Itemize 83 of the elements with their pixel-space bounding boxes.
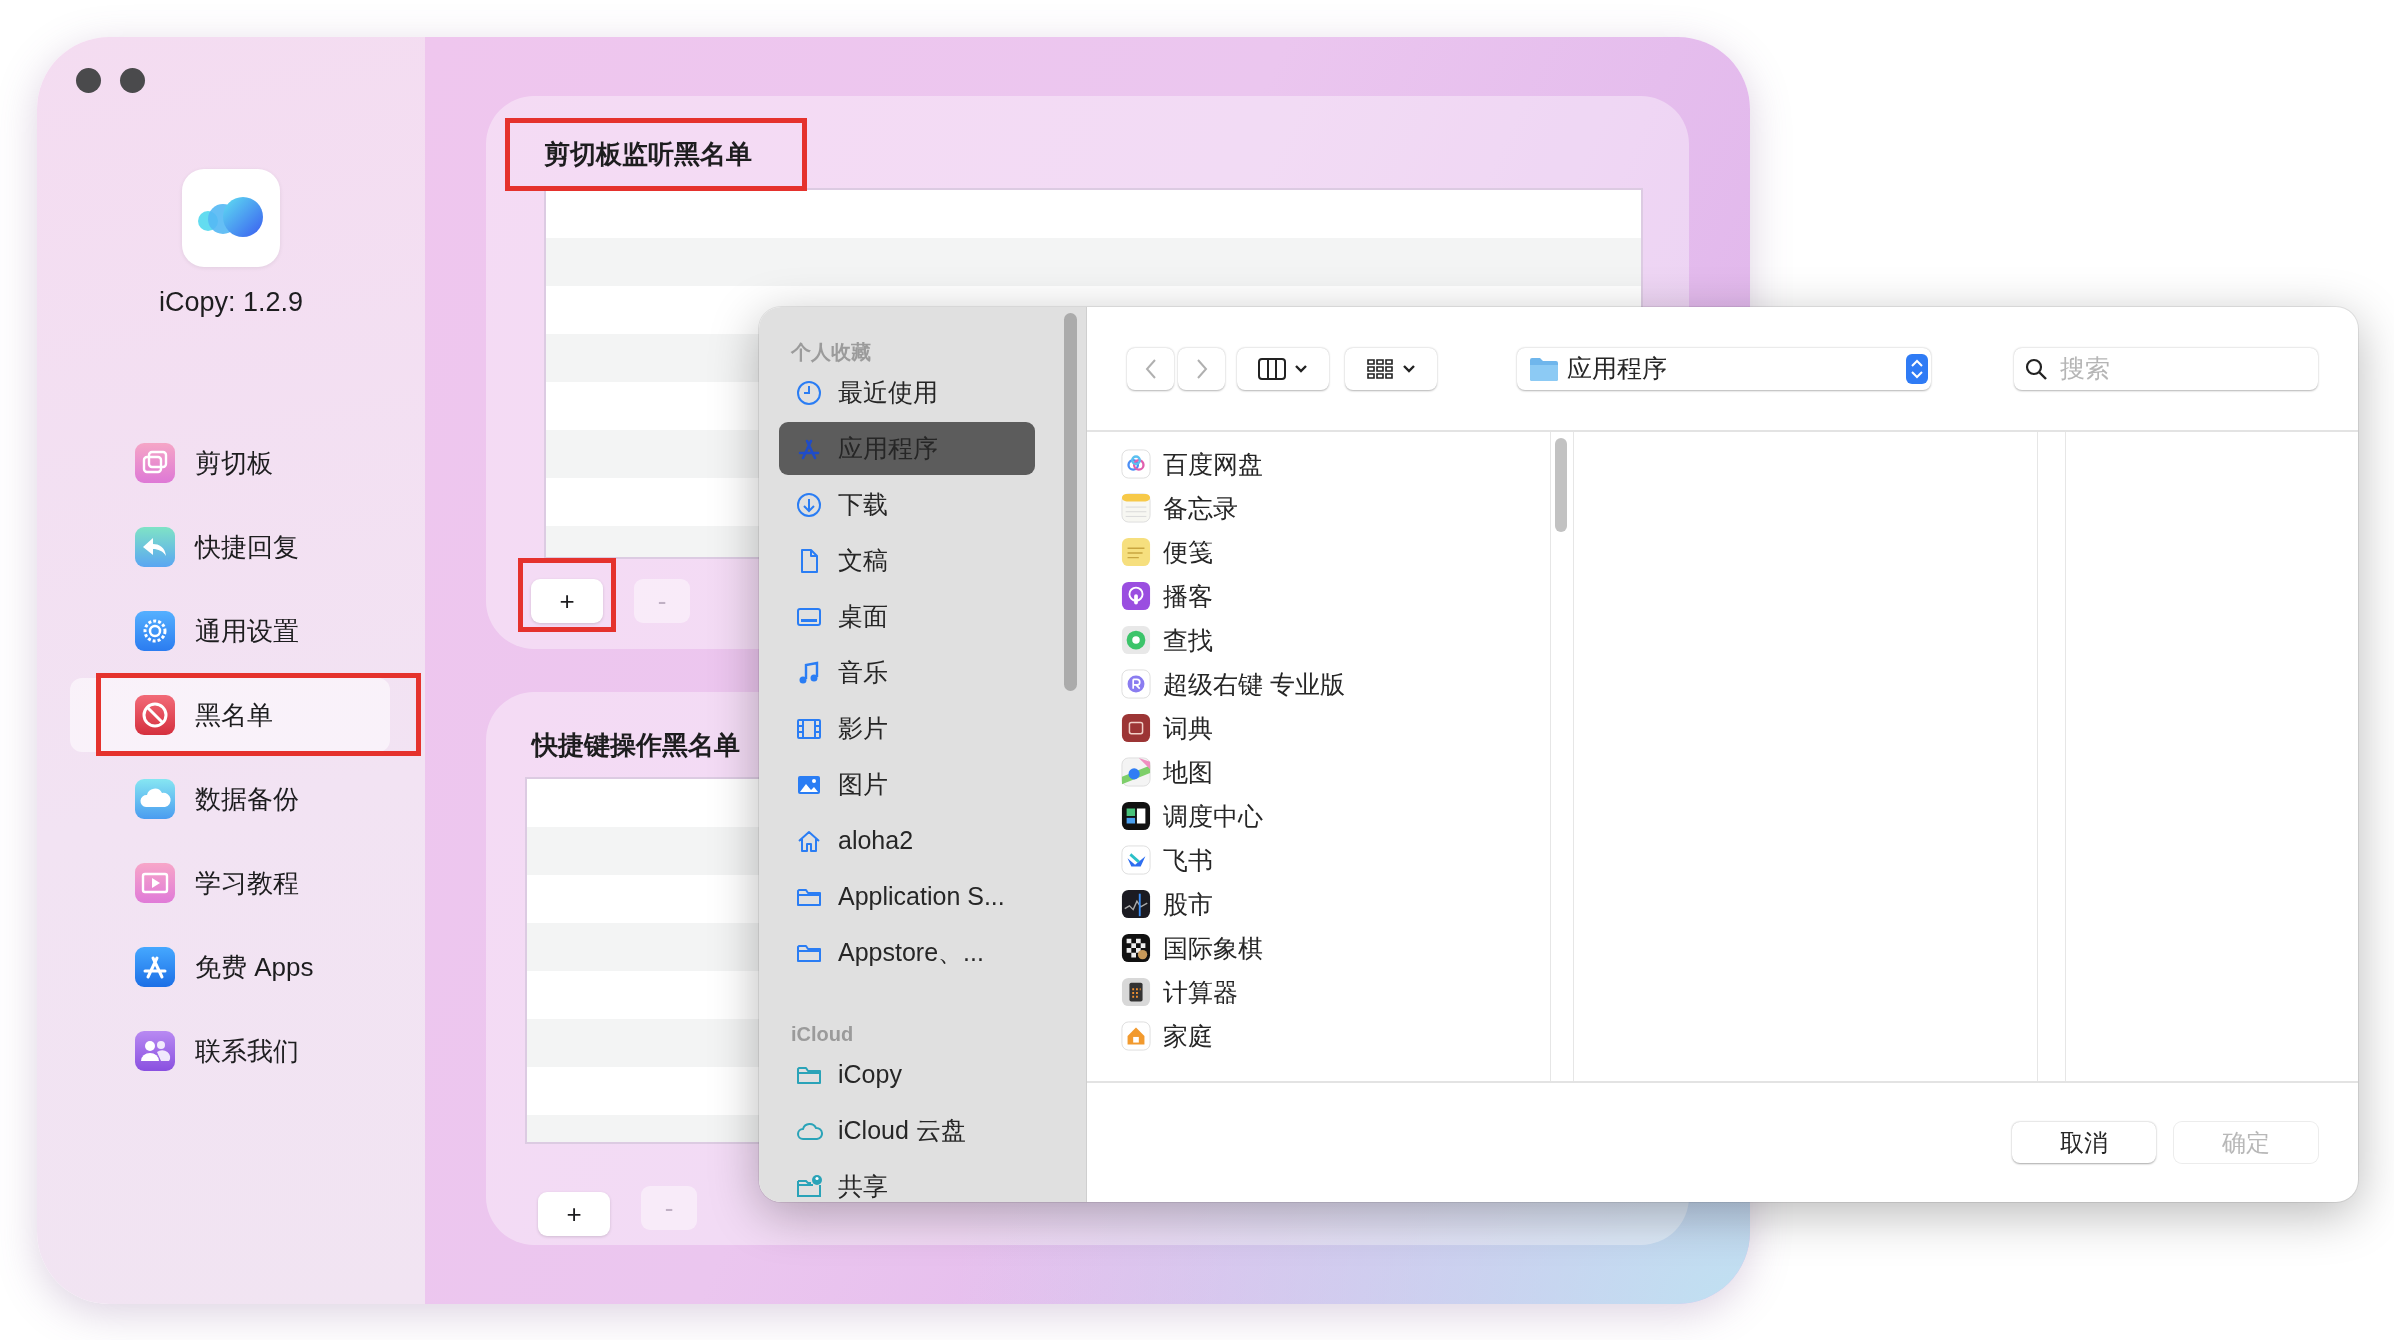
app-icon xyxy=(1121,669,1151,699)
app-icon xyxy=(1121,977,1151,1007)
scrollbar[interactable] xyxy=(1064,313,1077,691)
sidebar-item[interactable]: Application S... xyxy=(779,870,1035,923)
file-row[interactable]: 便笺 xyxy=(1087,530,1550,574)
nav-item[interactable]: 免费 Apps xyxy=(70,930,390,1004)
app-icon xyxy=(1121,449,1151,479)
file-row[interactable]: 股市 xyxy=(1087,882,1550,926)
sidebar-item[interactable]: iCopy xyxy=(779,1048,1035,1101)
video-icon xyxy=(135,863,175,903)
download-icon xyxy=(795,490,823,519)
app-icon xyxy=(1121,933,1151,963)
clock-icon xyxy=(795,378,823,407)
reply-icon xyxy=(135,527,175,567)
add-button[interactable]: + xyxy=(538,1192,610,1236)
sidebar-item[interactable]: 音乐 xyxy=(779,646,1035,699)
app-icon xyxy=(1121,625,1151,655)
file-row[interactable]: 计算器 xyxy=(1087,970,1550,1014)
apps-icon xyxy=(135,947,175,987)
file-row[interactable]: 家庭 xyxy=(1087,1014,1550,1058)
app-icon xyxy=(1121,1021,1151,1051)
app-icon xyxy=(1121,845,1151,875)
app-icon xyxy=(1121,889,1151,919)
panel-title: 快捷键操作黑名单 xyxy=(532,730,740,760)
nav-item[interactable]: 数据备份 xyxy=(70,762,390,836)
prohibited-icon xyxy=(135,695,175,735)
nav-item[interactable]: 快捷回复 xyxy=(70,510,390,584)
sidebar-item[interactable]: 影片 xyxy=(779,702,1035,755)
sidebar-item[interactable]: aloha2 xyxy=(779,814,1035,867)
people-icon xyxy=(135,1031,175,1071)
sidebar-item[interactable]: 文稿 xyxy=(779,534,1035,587)
sidebar-item[interactable]: 最近使用 xyxy=(779,366,1035,419)
group-button[interactable] xyxy=(1345,347,1437,390)
nav-item[interactable]: 通用设置 xyxy=(70,594,390,668)
nav-item[interactable]: 剪切板 xyxy=(70,426,390,500)
stepper-icon xyxy=(1906,353,1928,384)
sidebar-item[interactable]: 下载 xyxy=(779,478,1035,531)
app-icon xyxy=(1121,493,1151,523)
copy-icon xyxy=(135,443,175,483)
file-row[interactable]: 查找 xyxy=(1087,618,1550,662)
chevron-down-icon xyxy=(1294,363,1308,374)
file-row[interactable]: 国际象棋 xyxy=(1087,926,1550,970)
dialog-button[interactable]: 取消 xyxy=(2012,1122,2156,1163)
section-header: iCloud xyxy=(790,1022,855,1047)
app-logo-icon xyxy=(182,169,280,267)
section-header: 个人收藏 xyxy=(790,340,872,365)
close-button[interactable] xyxy=(76,68,101,93)
nav-item[interactable]: 黑名单 xyxy=(70,678,390,752)
file-row[interactable]: 百度网盘 xyxy=(1087,442,1550,486)
minimize-button[interactable] xyxy=(120,68,145,93)
nav-item[interactable]: 学习教程 xyxy=(70,846,390,920)
app-icon xyxy=(1121,581,1151,611)
chevron-down-icon xyxy=(1402,363,1416,374)
cloud-icon xyxy=(135,779,175,819)
search-field[interactable]: 搜索 xyxy=(2014,347,2318,390)
app-icon xyxy=(1121,713,1151,743)
file-row[interactable]: 调度中心 xyxy=(1087,794,1550,838)
app-icon xyxy=(1121,537,1151,567)
settings-icon xyxy=(135,611,175,651)
file-row[interactable]: 超级右键 专业版 xyxy=(1087,662,1550,706)
columns-icon xyxy=(1258,357,1286,380)
file-row[interactable]: 地图 xyxy=(1087,750,1550,794)
search-icon xyxy=(2024,356,2048,381)
file-row[interactable]: 播客 xyxy=(1087,574,1550,618)
scrollbar[interactable] xyxy=(1555,438,1567,532)
app-icon xyxy=(1121,801,1151,831)
grid-icon xyxy=(1366,357,1394,380)
file-row[interactable]: 备忘录 xyxy=(1087,486,1550,530)
panel-title: 剪切板监听黑名单 xyxy=(544,139,752,169)
nav-item[interactable]: 联系我们 xyxy=(70,1014,390,1088)
location-popup[interactable]: 应用程序 xyxy=(1517,347,1931,390)
file-row[interactable]: 飞书 xyxy=(1087,838,1550,882)
folder-icon xyxy=(1529,355,1559,382)
sidebar-item[interactable]: 共享 xyxy=(779,1160,1035,1202)
app-version: iCopy: 1.2.9 xyxy=(158,287,304,318)
sidebar-item[interactable]: 桌面 xyxy=(779,590,1035,643)
sidebar-item[interactable]: Appstore、... xyxy=(779,926,1035,979)
add-button[interactable]: + xyxy=(531,579,603,623)
sidebar-item[interactable]: iCloud 云盘 xyxy=(779,1104,1035,1157)
sidebar-item[interactable]: 图片 xyxy=(779,758,1035,811)
file-row[interactable]: 词典 xyxy=(1087,706,1550,750)
app-icon xyxy=(1121,757,1151,787)
view-mode-button[interactable] xyxy=(1237,347,1329,390)
